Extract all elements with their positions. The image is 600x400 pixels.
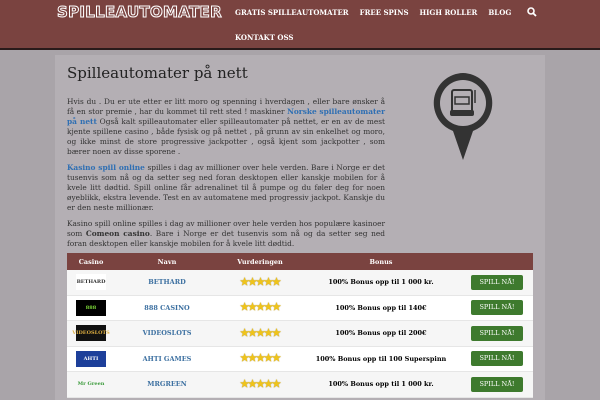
casino-name-link[interactable]: MRGREEN: [115, 380, 219, 388]
nav-free-spins[interactable]: FREE SPINS: [360, 8, 409, 33]
table-header: Casino Navn Vurderingen Bonus: [67, 253, 533, 270]
bonus-text: 100% Bonus opp til 1 000 kr.: [328, 278, 434, 287]
casino-name-link[interactable]: 888 CASINO: [115, 304, 219, 312]
casino-logo[interactable]: AHTI: [76, 350, 106, 367]
page-title: Spilleautomater på nett: [67, 64, 248, 82]
star-rating: ★★★★★: [240, 378, 281, 390]
spill-na-button[interactable]: SPILL NÅ!: [471, 351, 523, 367]
casino-table: Casino Navn Vurderingen Bonus BETHARD BE…: [67, 253, 533, 398]
star-rating: ★★★★★: [240, 276, 281, 288]
spill-na-button[interactable]: SPILL NÅ!: [471, 376, 523, 392]
bonus-text: 100% Bonus opp til 140€: [335, 303, 427, 312]
spill-na-button[interactable]: SPILL NÅ!: [471, 325, 523, 341]
nav-high-roller[interactable]: HIGH ROLLER: [420, 8, 478, 33]
intro-text: Hvis du . Du er ute etter er litt moro o…: [67, 97, 385, 255]
bonus-text: 100% Bonus opp til 100 Superspinn: [315, 354, 447, 363]
table-row: 888 888 CASINO ★★★★★ 100% Bonus opp til …: [67, 296, 533, 321]
kasino-spill-online-link[interactable]: Kasino spill online: [67, 163, 145, 172]
bonus-text: 100% Bonus opp til 1 000 kr.: [328, 380, 434, 389]
spill-na-button[interactable]: SPILL NÅ!: [471, 274, 523, 290]
casino-logo[interactable]: VIDEOSLOTS: [72, 325, 110, 342]
bonus-text: 100% Bonus opp til 200€: [335, 329, 427, 338]
table-row: VIDEOSLOTS VIDEOSLOTS ★★★★★ 100% Bonus o…: [67, 321, 533, 347]
slot-machine-pin-icon: [433, 73, 493, 160]
star-rating: ★★★★★: [240, 353, 281, 365]
col-casino: Casino: [78, 257, 104, 266]
casino-logo[interactable]: BETHARD: [76, 274, 106, 291]
nav-blog[interactable]: BLOG: [488, 8, 511, 33]
nav-gratis-spilleautomater[interactable]: GRATIS SPILLEAUTOMATER: [235, 8, 349, 33]
spill-na-button[interactable]: SPILL NÅ!: [471, 300, 523, 316]
table-row: Mr Green MRGREEN ★★★★★ 100% Bonus opp ti…: [67, 372, 533, 398]
casino-name-link[interactable]: AHTI GAMES: [115, 355, 219, 363]
table-row: AHTI AHTI GAMES ★★★★★ 100% Bonus opp til…: [67, 347, 533, 372]
comeon-casino-text: Comeon casino: [85, 229, 150, 238]
main-nav: GRATIS SPILLEAUTOMATER FREE SPINS HIGH ROL…: [235, 8, 535, 58]
table-row: BETHARD BETHARD ★★★★★ 100% Bonus opp til…: [67, 270, 533, 296]
main-content: Spilleautomater på nett Hvis du . Du er …: [55, 55, 545, 400]
casino-name-link[interactable]: BETHARD: [115, 278, 219, 286]
casino-logo[interactable]: 888: [76, 299, 106, 316]
star-rating: ★★★★★: [240, 302, 281, 314]
col-vurderingen: Vurderingen: [237, 257, 283, 266]
search-icon[interactable]: [527, 7, 537, 17]
col-navn: Navn: [157, 257, 177, 266]
casino-logo[interactable]: Mr Green: [76, 376, 106, 392]
site-header: SPILLEAUTOMATER GRATIS SPILLEAUTOMATER FR…: [0, 0, 600, 50]
text: Også kalt spilleautomater eller spilleau…: [67, 117, 385, 156]
col-bonus: Bonus: [369, 257, 393, 266]
star-rating: ★★★★★: [240, 327, 281, 339]
casino-name-link[interactable]: VIDEOSLOTS: [115, 329, 219, 337]
site-logo[interactable]: SPILLEAUTOMATER: [57, 3, 223, 22]
